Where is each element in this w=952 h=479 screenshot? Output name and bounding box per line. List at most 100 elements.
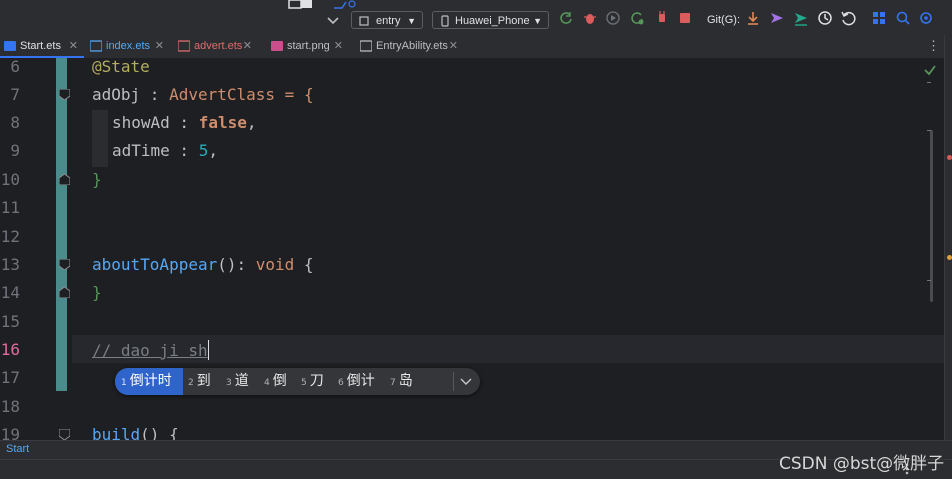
window-layout-icon[interactable] (288, 0, 314, 10)
code-line-6[interactable]: @State (92, 58, 150, 76)
notification-dot[interactable] (947, 155, 952, 160)
close-icon[interactable]: ✕ (155, 35, 164, 57)
ime-candidate[interactable]: 4倒 (264, 368, 287, 395)
ime-candidate[interactable]: 6 倒计 (338, 368, 375, 395)
close-icon[interactable]: ✕ (334, 35, 343, 57)
device-select[interactable]: Huawei_Phone ▼ (432, 11, 549, 29)
profiler-icon[interactable] (654, 10, 670, 26)
code-line-8[interactable]: showAd : false, (112, 113, 257, 132)
phone-icon (441, 15, 449, 27)
fold-end-icon[interactable] (59, 287, 70, 298)
search-icon[interactable] (895, 10, 911, 26)
divider (453, 372, 454, 391)
line-number: 14 (0, 283, 20, 302)
scrollbar[interactable] (930, 130, 933, 302)
tab-advert-ets[interactable]: advert.ets ✕ (174, 35, 264, 58)
ets-file-icon (178, 40, 190, 52)
module-icon (359, 16, 369, 26)
tab-start-ets[interactable]: Start.ets ✕ (0, 35, 84, 58)
apply-changes-icon[interactable] (629, 10, 645, 26)
identifier: showAd (112, 113, 170, 132)
ime-candidate[interactable]: 3道 (226, 368, 249, 395)
fold-icon[interactable] (59, 89, 70, 100)
number: 5 (198, 141, 209, 160)
ime-candidate[interactable]: 5刀 (301, 368, 324, 395)
tab-index-ets[interactable]: index.ets ✕ (86, 35, 166, 58)
line-number: 10 (0, 170, 20, 189)
code-line-10[interactable]: } (92, 170, 102, 189)
function-name: build (92, 425, 141, 440)
image-file-icon (271, 41, 283, 51)
restart-icon[interactable] (558, 10, 574, 26)
checkmark-icon[interactable] (924, 64, 936, 76)
ets-file-icon (360, 40, 372, 52)
brace: } (92, 170, 102, 189)
fold-end-icon[interactable] (59, 174, 70, 185)
run-config-label: entry (376, 15, 401, 27)
code-line-13[interactable]: aboutToAppear(): void { (92, 255, 314, 274)
function-name: aboutToAppear (92, 255, 218, 274)
code-line-9[interactable]: adTime : 5, (112, 141, 218, 160)
brace: } (92, 283, 102, 302)
punct: (): (217, 255, 256, 274)
git-label: Git(G): (707, 14, 740, 26)
debug-icon[interactable] (582, 10, 598, 26)
type-name: AdvertClass (169, 85, 276, 104)
tab-entryability-ets[interactable]: EntryAbility.ets ✕ (356, 35, 460, 58)
chevron-down-icon[interactable] (327, 17, 339, 25)
tab-start-png[interactable]: start.png ✕ (267, 35, 347, 58)
history-icon[interactable] (817, 10, 833, 26)
git-commit-icon[interactable] (769, 10, 785, 26)
indent-guide (92, 110, 108, 167)
code-line-19[interactable]: build() { (92, 425, 179, 440)
identifier: adTime (112, 141, 170, 160)
breadcrumb[interactable]: Start (6, 443, 29, 455)
rollback-icon[interactable] (840, 10, 856, 26)
ime-candidate[interactable]: 2到 (188, 368, 211, 395)
stop-icon[interactable] (677, 10, 693, 26)
line-number: 9 (10, 141, 20, 160)
line-number-current: 16 (0, 340, 20, 359)
fold-icon[interactable] (59, 259, 70, 270)
line-number: 12 (0, 227, 20, 246)
punct: , (246, 113, 257, 132)
scroll-marker (927, 130, 931, 131)
line-number: 8 (10, 113, 20, 132)
git-update-icon[interactable] (745, 10, 761, 26)
fold-icon[interactable] (59, 429, 70, 440)
decorator: @State (92, 58, 150, 76)
line-number: 6 (10, 58, 20, 76)
line-number: 15 (0, 312, 20, 331)
line-number: 17 (0, 368, 20, 387)
tab-label: Start.ets (20, 40, 61, 52)
identifier: adObj (92, 85, 141, 104)
keyword: void (255, 255, 295, 274)
brace: { (294, 255, 314, 274)
attach-debugger-icon[interactable] (605, 10, 621, 26)
close-icon[interactable]: ✕ (449, 35, 458, 57)
boolean: false (198, 113, 247, 132)
settings-icon[interactable] (918, 10, 934, 26)
device-label: Huawei_Phone (455, 15, 530, 27)
watermark: CSDN @bst@微胖子 (779, 454, 945, 474)
close-icon[interactable]: ✕ (243, 35, 252, 57)
ime-candidate[interactable]: 1 倒计时 (115, 368, 183, 395)
chevron-down-icon[interactable] (460, 378, 472, 386)
git-push-icon[interactable] (793, 10, 809, 26)
tab-label: index.ets (106, 40, 151, 52)
main-toolbar: entry ▼ Huawei_Phone ▼ Git(G): (0, 0, 952, 35)
close-icon[interactable]: ✕ (69, 35, 78, 57)
comment-composing: // dao ji sh (92, 341, 208, 360)
code-line-14[interactable]: } (92, 283, 102, 302)
punct: : (140, 85, 170, 104)
more-tabs-icon[interactable]: ⋮ (927, 38, 940, 54)
ime-candidate[interactable]: 7岛 (390, 368, 413, 395)
run-config-select[interactable]: entry ▼ (351, 11, 423, 29)
punct: , (208, 141, 218, 160)
code-line-16[interactable]: // dao ji sh (92, 340, 209, 360)
tab-label: advert.ets (194, 40, 243, 52)
notification-dot[interactable] (947, 255, 952, 260)
grid-icon[interactable] (871, 10, 887, 26)
code-line-7[interactable]: adObj : AdvertClass = { (92, 85, 314, 104)
ets-file-icon (90, 40, 102, 52)
